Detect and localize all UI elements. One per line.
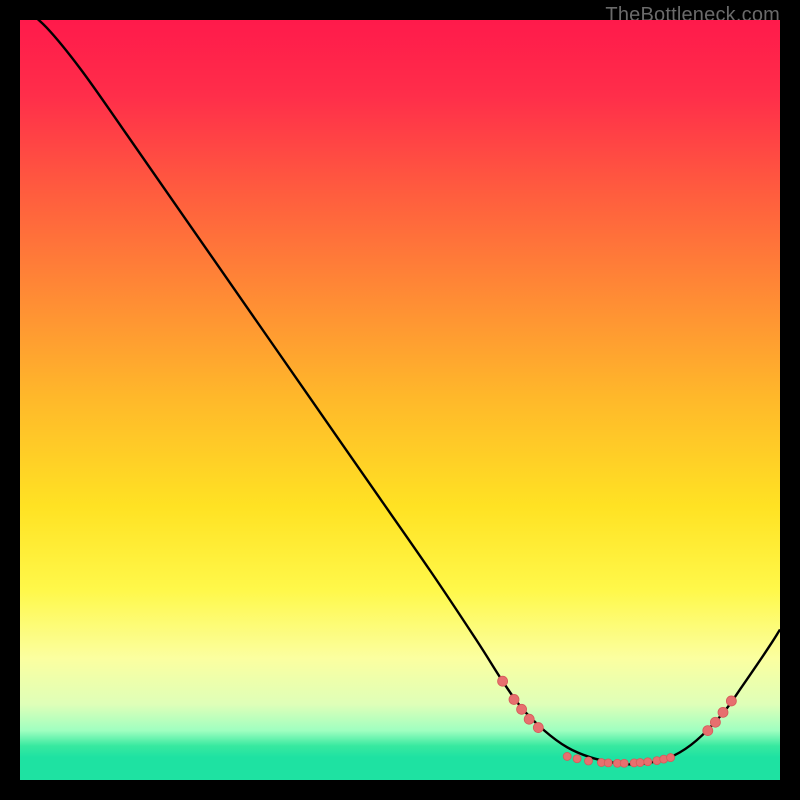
marker-point xyxy=(644,758,652,766)
marker-point xyxy=(573,755,581,763)
marker-point xyxy=(667,754,675,762)
marker-point xyxy=(517,704,527,714)
marker-point xyxy=(604,759,612,767)
marker-point xyxy=(509,694,519,704)
chart-stage: TheBottleneck.com xyxy=(0,0,800,800)
marker-point xyxy=(710,717,720,727)
marker-point xyxy=(726,696,736,706)
marker-point xyxy=(563,752,571,760)
plot-area xyxy=(20,20,780,780)
marker-point xyxy=(636,759,644,767)
marker-point xyxy=(498,676,508,686)
marker-point xyxy=(584,757,592,765)
marker-point xyxy=(718,707,728,717)
marker-point xyxy=(703,726,713,736)
chart-background xyxy=(20,20,780,780)
marker-point xyxy=(524,714,534,724)
marker-point xyxy=(533,723,543,733)
marker-point xyxy=(620,759,628,767)
chart-svg xyxy=(20,20,780,780)
